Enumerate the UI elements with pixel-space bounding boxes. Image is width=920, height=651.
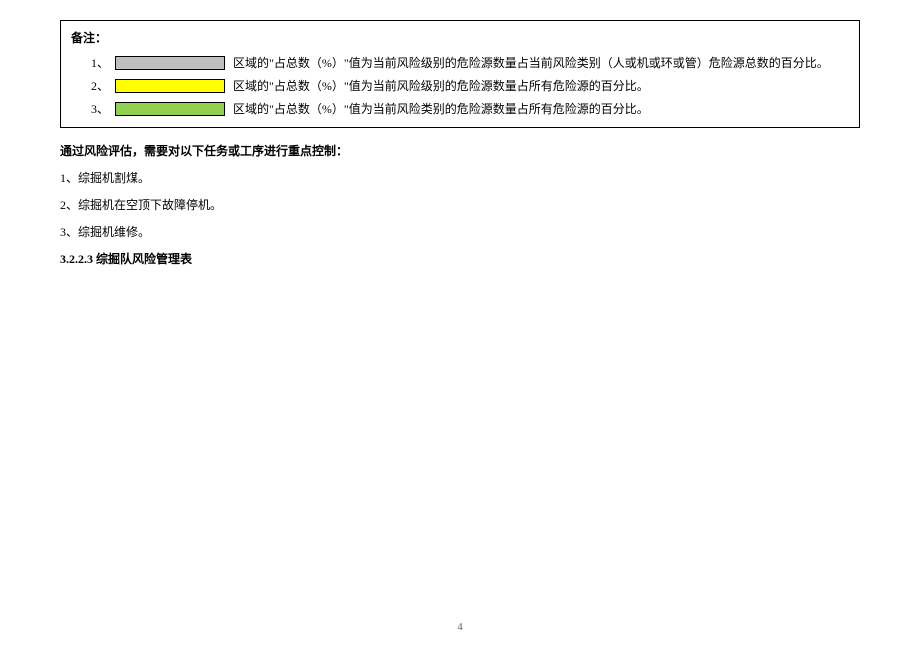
page-number: 4 [0,621,920,633]
remarks-box: 备注： 1、 区域的"占总数（%）"值为当前风险级别的危险源数量占当前风险类别（… [60,20,860,128]
task-item-2: 2、综掘机在空顶下故障停机。 [60,196,860,213]
section-title: 通过风险评估，需要对以下任务或工序进行重点控制： [60,142,860,159]
page-container: 备注： 1、 区域的"占总数（%）"值为当前风险级别的危险源数量占当前风险类别（… [0,0,920,267]
remark-text: 区域的"占总数（%）"值为当前风险类别的危险源数量占所有危险源的百分比。 [233,100,849,117]
task-item-1: 1、综掘机割煤。 [60,169,860,186]
subheading: 3.2.2.3 综掘队风险管理表 [60,250,860,267]
remark-text: 区域的"占总数（%）"值为当前风险级别的危险源数量占当前风险类别（人或机或环或管… [233,54,849,71]
color-swatch-yellow [115,79,225,93]
remark-row-1: 1、 区域的"占总数（%）"值为当前风险级别的危险源数量占当前风险类别（人或机或… [71,54,849,71]
remarks-title: 备注： [71,29,849,46]
color-swatch-green [115,102,225,116]
color-swatch-grey [115,56,225,70]
remark-index: 3、 [91,100,115,117]
remark-index: 1、 [91,54,115,71]
remark-row-2: 2、 区域的"占总数（%）"值为当前风险级别的危险源数量占所有危险源的百分比。 [71,77,849,94]
remark-row-3: 3、 区域的"占总数（%）"值为当前风险类别的危险源数量占所有危险源的百分比。 [71,100,849,117]
remark-text: 区域的"占总数（%）"值为当前风险级别的危险源数量占所有危险源的百分比。 [233,77,849,94]
remark-index: 2、 [91,77,115,94]
task-item-3: 3、综掘机维修。 [60,223,860,240]
